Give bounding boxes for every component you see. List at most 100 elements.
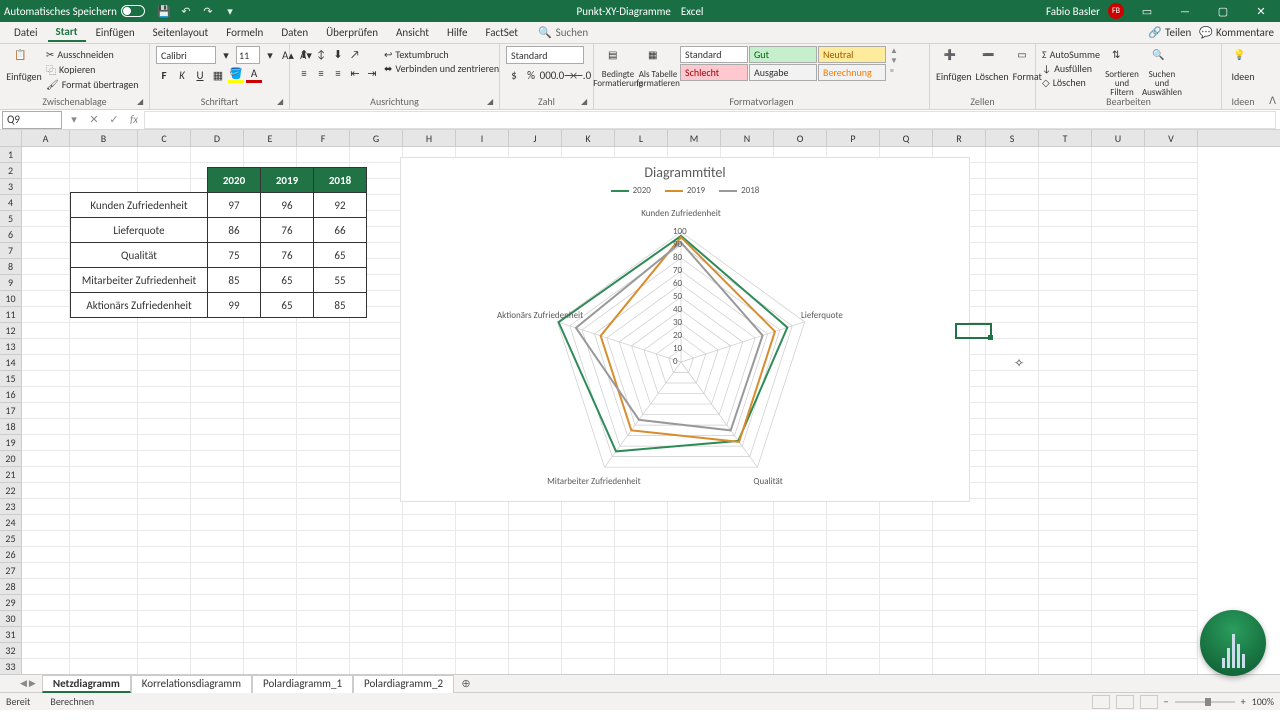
cell[interactable] <box>70 531 138 547</box>
cell[interactable] <box>191 435 244 451</box>
currency-icon[interactable]: $ <box>506 67 522 83</box>
cell[interactable] <box>350 323 403 339</box>
cell[interactable] <box>1145 643 1198 659</box>
cell[interactable] <box>191 339 244 355</box>
cell[interactable] <box>562 627 615 643</box>
cell[interactable] <box>1092 371 1145 387</box>
cell[interactable] <box>70 547 138 563</box>
tab-überprüfen[interactable]: Überprüfen <box>318 24 386 41</box>
cell[interactable] <box>191 323 244 339</box>
cell[interactable] <box>70 435 138 451</box>
save-icon[interactable]: 💾 <box>157 4 171 18</box>
underline-button[interactable]: U <box>192 67 208 83</box>
row-header[interactable]: 33 <box>0 659 22 674</box>
legend-item[interactable]: 2019 <box>665 185 705 196</box>
cell[interactable] <box>244 387 297 403</box>
cell[interactable] <box>1145 515 1198 531</box>
align-left-icon[interactable]: ≡ <box>296 65 312 81</box>
cell[interactable] <box>615 595 668 611</box>
cell[interactable] <box>244 419 297 435</box>
sheet-tab[interactable]: Netzdiagramm <box>42 675 131 693</box>
namebox-dropdown-icon[interactable]: ▾ <box>64 113 84 126</box>
row-header[interactable]: 26 <box>0 547 22 563</box>
cell[interactable] <box>297 531 350 547</box>
cell[interactable] <box>403 563 456 579</box>
column-header[interactable]: I <box>456 130 509 146</box>
cell[interactable] <box>721 563 774 579</box>
cell[interactable] <box>774 563 827 579</box>
cell[interactable] <box>1092 387 1145 403</box>
cell[interactable] <box>138 579 191 595</box>
tab-ansicht[interactable]: Ansicht <box>388 24 437 41</box>
cell[interactable] <box>350 531 403 547</box>
cell[interactable] <box>1039 211 1092 227</box>
table-row-label[interactable]: Mitarbeiter Zufriedenheit <box>71 268 208 293</box>
cell[interactable] <box>297 579 350 595</box>
column-header[interactable]: O <box>774 130 827 146</box>
cell[interactable] <box>191 467 244 483</box>
cell[interactable] <box>986 227 1039 243</box>
cell[interactable] <box>986 339 1039 355</box>
cell[interactable] <box>1092 403 1145 419</box>
cell[interactable] <box>721 627 774 643</box>
cell[interactable] <box>191 563 244 579</box>
cell[interactable] <box>1092 451 1145 467</box>
cell[interactable] <box>70 579 138 595</box>
delete-cells-button[interactable]: ➖Löschen <box>976 46 1009 83</box>
zoom-out-icon[interactable]: − <box>1164 695 1169 708</box>
cell[interactable] <box>403 659 456 674</box>
cell[interactable] <box>244 611 297 627</box>
cell[interactable] <box>22 435 70 451</box>
cell-style-gut[interactable]: Gut <box>749 46 817 63</box>
cell[interactable] <box>721 659 774 674</box>
cell[interactable] <box>22 483 70 499</box>
row-header[interactable]: 22 <box>0 483 22 499</box>
table-cell[interactable]: 86 <box>208 218 261 243</box>
cell[interactable] <box>70 467 138 483</box>
row-header[interactable]: 14 <box>0 355 22 371</box>
cell[interactable] <box>986 243 1039 259</box>
orientation-icon[interactable]: ↗ <box>347 46 363 62</box>
table-header[interactable]: 2018 <box>314 168 367 193</box>
cell[interactable] <box>1145 339 1198 355</box>
cell[interactable] <box>297 595 350 611</box>
cell[interactable] <box>191 579 244 595</box>
cell[interactable] <box>880 579 933 595</box>
cell[interactable] <box>191 371 244 387</box>
cell[interactable] <box>297 499 350 515</box>
sheet-nav-next-icon[interactable]: ▶ <box>29 678 36 689</box>
row-header[interactable]: 27 <box>0 563 22 579</box>
row-header[interactable]: 3 <box>0 179 22 195</box>
cell[interactable] <box>1145 163 1198 179</box>
cell[interactable] <box>1092 339 1145 355</box>
cell[interactable] <box>774 531 827 547</box>
cell[interactable] <box>22 323 70 339</box>
align-center-icon[interactable]: ≡ <box>313 65 329 81</box>
column-header[interactable]: A <box>22 130 70 146</box>
cell[interactable] <box>1039 467 1092 483</box>
cell[interactable] <box>70 403 138 419</box>
cell[interactable] <box>668 531 721 547</box>
table-cell[interactable]: 65 <box>261 293 314 318</box>
add-sheet-button[interactable]: ⊕ <box>458 677 474 690</box>
cell[interactable] <box>774 659 827 674</box>
comma-icon[interactable]: 000 <box>540 67 556 83</box>
cell[interactable] <box>350 371 403 387</box>
cell[interactable] <box>191 483 244 499</box>
cell[interactable] <box>22 403 70 419</box>
cell[interactable] <box>1092 227 1145 243</box>
cell[interactable] <box>138 451 191 467</box>
row-header[interactable]: 2 <box>0 163 22 179</box>
cell[interactable] <box>880 547 933 563</box>
cell[interactable] <box>138 547 191 563</box>
column-header[interactable]: S <box>986 130 1039 146</box>
cell[interactable] <box>1092 483 1145 499</box>
cell[interactable] <box>1039 307 1092 323</box>
cell[interactable] <box>456 611 509 627</box>
row-header[interactable]: 29 <box>0 595 22 611</box>
row-header[interactable]: 9 <box>0 275 22 291</box>
cell[interactable] <box>509 659 562 674</box>
cell[interactable] <box>1145 611 1198 627</box>
radar-chart[interactable]: Diagrammtitel 202020192018 Kunden Zufrie… <box>400 157 970 502</box>
cell[interactable] <box>70 323 138 339</box>
